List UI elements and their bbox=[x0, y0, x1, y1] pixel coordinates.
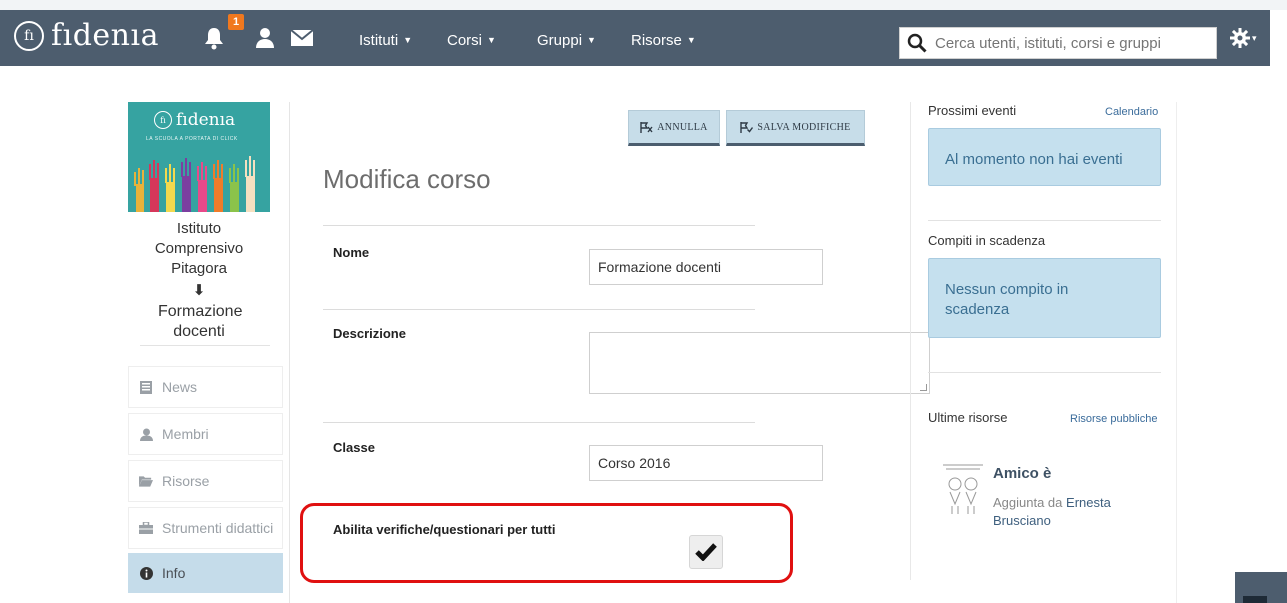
menu-istituti[interactable]: Istituti ▼ bbox=[359, 32, 412, 49]
cancel-label: ANNULLA bbox=[657, 121, 708, 133]
top-strip bbox=[0, 0, 1287, 10]
events-title: Prossimi eventi bbox=[928, 103, 1017, 118]
divider bbox=[928, 220, 1161, 221]
brand-logo[interactable]: fı fıdenıa bbox=[14, 21, 159, 51]
description-field[interactable] bbox=[589, 332, 930, 394]
divider bbox=[928, 372, 1161, 373]
folder-icon bbox=[139, 474, 153, 488]
divider bbox=[323, 309, 755, 310]
course-name: Formazione docenti bbox=[158, 303, 243, 340]
cancel-icon bbox=[640, 121, 653, 133]
sidebar-item-info[interactable]: Info bbox=[128, 553, 283, 593]
sidebar-item-label: Info bbox=[162, 565, 186, 581]
brand-name: fıdenıa bbox=[51, 18, 159, 53]
menu-corsi[interactable]: Corsi ▼ bbox=[447, 32, 496, 49]
raised-hands-illustration bbox=[134, 156, 255, 212]
divider bbox=[1176, 102, 1177, 603]
calendar-link[interactable]: Calendario bbox=[1105, 106, 1158, 118]
name-label: Nome bbox=[333, 245, 370, 260]
save-label: SALVA MODIFICHE bbox=[757, 121, 851, 133]
search-box bbox=[899, 27, 1217, 59]
resize-handle-icon[interactable] bbox=[920, 384, 927, 391]
search-input[interactable] bbox=[935, 34, 1215, 52]
highlight-annotation bbox=[300, 503, 793, 583]
sidebar-item-label: Strumenti didattici bbox=[162, 520, 274, 536]
sidebar-item-membri[interactable]: Membri bbox=[128, 413, 283, 455]
cancel-button[interactable]: ANNULLA bbox=[628, 110, 720, 146]
settings-menu[interactable]: ▾ bbox=[1230, 28, 1257, 48]
menu-label: Istituti bbox=[359, 32, 399, 49]
sidebar-item-strumenti-didattici[interactable]: Strumenti didattici bbox=[128, 507, 283, 549]
divider bbox=[323, 422, 755, 423]
divider bbox=[140, 345, 270, 346]
menu-label: Gruppi bbox=[537, 32, 583, 49]
divider bbox=[910, 102, 911, 580]
tasks-title: Compiti in scadenza bbox=[928, 233, 1046, 248]
caret-down-icon: ▾ bbox=[1252, 32, 1257, 43]
public-resources-link[interactable]: Risorse pubbliche bbox=[1070, 413, 1157, 425]
chat-icon bbox=[1243, 596, 1267, 603]
arrow-down-icon: ⬇ bbox=[192, 282, 206, 299]
info-icon bbox=[139, 566, 153, 580]
sidebar-item-news[interactable]: News bbox=[128, 366, 283, 408]
institute-logo: fı fıdenıa LA SCUOLA A PORTATA DI CLICK bbox=[128, 102, 270, 212]
search-icon[interactable] bbox=[907, 33, 927, 53]
brand-mark: fı bbox=[14, 21, 44, 51]
tasks-empty-box: Nessun compito in scadenza bbox=[928, 258, 1161, 338]
menu-label: Corsi bbox=[447, 32, 483, 49]
logo-brand: fıdenıa bbox=[176, 110, 236, 130]
mail-icon[interactable] bbox=[291, 25, 313, 51]
gear-icon bbox=[1230, 28, 1250, 48]
chat-toggle-button[interactable] bbox=[1235, 572, 1287, 603]
caret-down-icon: ▼ bbox=[487, 35, 496, 45]
briefcase-icon bbox=[139, 521, 153, 535]
save-icon bbox=[740, 121, 754, 133]
sidebar-item-label: Risorse bbox=[162, 473, 210, 489]
class-label: Classe bbox=[333, 440, 375, 455]
resources-title: Ultime risorse bbox=[928, 410, 1008, 425]
added-by-label: Aggiunta da bbox=[993, 495, 1063, 510]
events-empty-box: Al momento non hai eventi bbox=[928, 128, 1161, 186]
class-field[interactable]: Corso 2016 bbox=[589, 445, 823, 481]
caret-down-icon: ▼ bbox=[403, 35, 413, 45]
navbar: fı fıdenıa 1 Istituti ▼ Corsi ▼ Gruppi ▼ Ri… bbox=[0, 10, 1270, 66]
sidebar-item-label: News bbox=[162, 379, 198, 395]
sidebar-item-risorse[interactable]: Risorse bbox=[128, 460, 283, 502]
menu-gruppi[interactable]: Gruppi ▼ bbox=[537, 32, 596, 49]
news-icon bbox=[139, 380, 153, 394]
logo-tagline: LA SCUOLA A PORTATA DI CLICK bbox=[146, 136, 238, 142]
description-label: Descrizione bbox=[333, 326, 406, 341]
caret-down-icon: ▼ bbox=[686, 35, 696, 45]
menu-risorse[interactable]: Risorse ▼ bbox=[631, 32, 696, 49]
user-icon bbox=[139, 427, 153, 441]
sidebar-item-label: Membri bbox=[162, 426, 209, 442]
menu-label: Risorse bbox=[631, 32, 682, 49]
divider bbox=[289, 102, 290, 603]
institute-name[interactable]: Istituto Comprensivo Pitagora bbox=[128, 219, 270, 279]
divider bbox=[323, 225, 755, 226]
resource-thumbnail[interactable] bbox=[940, 462, 986, 526]
resource-title[interactable]: Amico è bbox=[993, 465, 1051, 482]
name-field[interactable]: Formazione docenti bbox=[589, 249, 823, 285]
resource-meta: Aggiunta da Ernesta Brusciano bbox=[993, 494, 1133, 530]
page-title: Modifica corso bbox=[323, 164, 491, 194]
bell-icon[interactable] bbox=[203, 25, 225, 51]
user-icon[interactable] bbox=[255, 25, 275, 51]
notification-badge: 1 bbox=[228, 14, 244, 30]
save-button[interactable]: SALVA MODIFICHE bbox=[726, 110, 865, 146]
caret-down-icon: ▼ bbox=[587, 35, 596, 45]
logo-mark: fı bbox=[154, 111, 172, 129]
